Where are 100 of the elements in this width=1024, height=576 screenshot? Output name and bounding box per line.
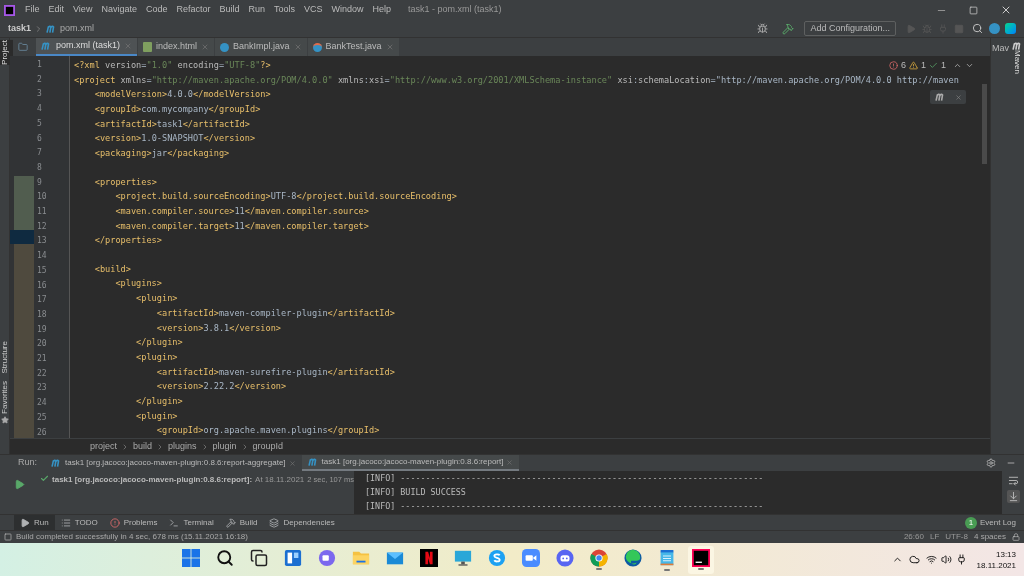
rerun-icon[interactable] [13, 479, 25, 490]
menu-item[interactable]: Refactor [176, 3, 211, 17]
breadcrumb-item[interactable]: task1 [8, 21, 32, 36]
menu-item[interactable]: Build [219, 3, 240, 17]
code-line: <version>2.22.2</version> [155, 381, 287, 392]
breadcrumb-item[interactable]: plugins [168, 439, 197, 454]
breadcrumb-item[interactable]: plugin [212, 439, 237, 454]
window-title: task1 - pom.xml (task1) [408, 3, 502, 17]
chat-icon[interactable] [317, 549, 336, 567]
run-tab[interactable]: task1 [org.jacoco:jacoco-maven-plugin:0.8.6:report-aggregate] [45, 455, 302, 471]
line-number: 13 [36, 235, 48, 248]
error-icon [888, 61, 898, 71]
breadcrumb-item[interactable]: build [133, 439, 153, 454]
menu-item[interactable]: Code [145, 3, 168, 17]
menu-item[interactable]: VCS [304, 3, 323, 17]
skype-icon[interactable] [487, 549, 506, 567]
file-encoding[interactable]: UTF-8 [945, 531, 968, 543]
event-log-tab[interactable]: Event Log [979, 516, 1016, 529]
warning-count[interactable]: 1 [920, 59, 926, 73]
line-separator[interactable]: LF [929, 531, 940, 543]
video-camera-icon[interactable] [521, 549, 540, 567]
tool-window-tab[interactable]: Problems [103, 515, 164, 530]
menu-item[interactable]: File [25, 3, 40, 17]
notepad-icon[interactable] [658, 548, 675, 568]
caret-position[interactable]: 26:60 [903, 531, 924, 543]
maven-icon [1011, 42, 1023, 50]
settings-icon[interactable] [986, 458, 996, 468]
breadcrumb-item[interactable]: pom.xml [60, 21, 95, 36]
error-count[interactable]: 6 [900, 59, 906, 73]
clock-date[interactable]: 18.11.2021 [976, 559, 1016, 571]
menu-item[interactable]: Tools [274, 3, 295, 17]
close-icon[interactable] [1000, 4, 1012, 16]
windows-start-icon[interactable] [181, 549, 200, 567]
line-number: 23 [36, 382, 48, 395]
notification-count: 1 [964, 516, 977, 529]
maven-tool-tab[interactable]: Maven [1011, 50, 1023, 74]
toolbox-icon[interactable] [1005, 23, 1016, 34]
tool-windows-icon[interactable] [4, 533, 12, 541]
run-tree-item[interactable]: task1 [org.jacoco:jacoco-maven-plugin:0.8.6:report]: [52, 474, 253, 486]
tool-window-tab[interactable]: Build [219, 515, 264, 530]
menu-item[interactable]: Help [372, 3, 392, 17]
structure-tool-tab[interactable]: Structure [0, 340, 11, 374]
maven-panel-header: Mav [992, 42, 1009, 55]
breadcrumb-item[interactable]: groupId [252, 439, 284, 454]
code-line: <artifactId>maven-compiler-plugin</artifactId> [155, 307, 395, 318]
editor-tab[interactable]: BankTest.java [307, 38, 399, 56]
menu-item[interactable]: View [73, 3, 93, 17]
intellij-icon[interactable] [691, 549, 710, 567]
weak-warning-count[interactable]: 1 [941, 59, 946, 73]
discord-icon[interactable] [555, 549, 574, 567]
favorites-tool-tab[interactable]: Favorites [0, 381, 11, 414]
chrome-icon[interactable] [589, 549, 608, 567]
line-number: 3 [36, 88, 43, 101]
edge-icon[interactable] [623, 549, 642, 567]
lock-icon[interactable] [1012, 533, 1020, 541]
update-icon[interactable] [989, 23, 1000, 34]
project-tool-tab[interactable]: Project [0, 40, 13, 65]
menu-item[interactable]: Window [331, 3, 364, 17]
editor-tab[interactable]: pom.xml (task1) [36, 38, 137, 56]
maven-icon [41, 42, 52, 50]
search-icon[interactable] [215, 549, 234, 567]
folder-icon[interactable] [350, 549, 371, 567]
volume-icon[interactable] [940, 554, 952, 565]
menu-item[interactable]: Run [248, 3, 265, 17]
tool-window-tab[interactable]: Run [14, 515, 55, 530]
breadcrumb-item[interactable]: project [90, 439, 117, 454]
line-number: 7 [36, 147, 43, 160]
hammer-icon[interactable] [782, 22, 795, 35]
scroll-to-end-icon[interactable] [1006, 490, 1020, 503]
warning-icon [908, 61, 918, 71]
scrollbar[interactable] [981, 84, 987, 164]
monitor-icon[interactable] [452, 549, 473, 567]
chevron-icon [121, 442, 129, 451]
tool-window-tab[interactable]: Dependencies [263, 515, 341, 530]
cloud-icon[interactable] [908, 554, 920, 565]
restore-icon[interactable] [969, 5, 978, 15]
tool-window-tab[interactable]: TODO [54, 515, 104, 530]
code-line: <version>1.0-SNAPSHOT</version> [93, 133, 256, 144]
task-view-icon[interactable] [249, 549, 268, 567]
menu-item[interactable]: Edit [48, 3, 65, 17]
editor-tab[interactable]: index.html [138, 38, 215, 56]
line-number: 21 [36, 353, 48, 366]
line-number: 15 [36, 264, 48, 277]
maven-reload-popup[interactable] [930, 90, 966, 104]
line-number: 26 [36, 426, 48, 439]
clock-time[interactable]: 13:13 [996, 548, 1016, 560]
editor-tab[interactable]: BankImpl.java [215, 38, 307, 56]
run-tab[interactable]: task1 [org.jacoco:jacoco-maven-plugin:0.8.6:report] [301, 455, 520, 471]
line-number: 6 [36, 132, 43, 145]
line-number: 4 [36, 103, 43, 116]
run-icon [20, 517, 30, 528]
run-time: At 18.11.2021 [255, 474, 305, 486]
netflix-icon[interactable] [419, 549, 438, 567]
wifi-icon[interactable] [925, 554, 937, 565]
tool-window-tab[interactable]: Terminal [163, 515, 220, 530]
menu-item[interactable]: Navigate [101, 3, 137, 17]
indent-setting[interactable]: 4 spaces [973, 531, 1006, 543]
widgets-icon[interactable] [283, 549, 302, 567]
add-configuration-button[interactable]: Add Configuration... [804, 21, 896, 36]
soft-wrap-icon[interactable] [1007, 475, 1019, 486]
